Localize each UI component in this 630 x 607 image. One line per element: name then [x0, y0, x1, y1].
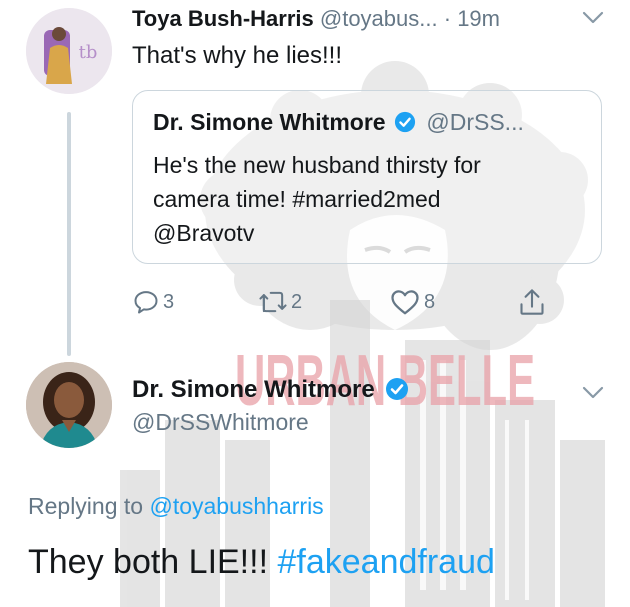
tweet1-text: That's why he lies!!! [132, 42, 342, 69]
replying-to-label: Replying to [28, 493, 144, 519]
like-button[interactable]: 8 [390, 287, 435, 317]
retweet-count: 2 [291, 290, 303, 313]
replying-to-handle[interactable]: @toyabushharris [149, 493, 323, 519]
retweet-button[interactable]: 2 [257, 287, 302, 317]
tweet2-author-name[interactable]: Dr. Simone Whitmore [132, 376, 375, 403]
reply-count: 3 [163, 290, 175, 313]
quoted-author-handle[interactable]: @DrSS... [426, 109, 523, 135]
avatar-image: tb [26, 8, 112, 94]
heart-icon [391, 290, 419, 315]
tweet2-author-handle[interactable]: @DrSSWhitmore [132, 406, 309, 438]
verified-badge-icon [394, 111, 416, 133]
reply-button[interactable]: 3 [132, 287, 174, 317]
tweet1-header: Toya Bush-Harris @toyabus... · 19m [132, 4, 592, 34]
avatar-image [26, 362, 112, 448]
tweet2-caret-icon[interactable] [582, 385, 604, 401]
hashtag-link[interactable]: #fakeandfraud [277, 543, 494, 581]
share-button[interactable] [518, 286, 546, 318]
thread-connector-line [67, 112, 71, 356]
retweet-icon [259, 291, 287, 313]
tweet1-separator: · [443, 6, 452, 31]
verified-badge-icon [386, 377, 409, 400]
tweet2-text: They both LIE!!! #fakeandfraud [28, 540, 495, 584]
tweet1-time[interactable]: 19m [457, 6, 500, 31]
quoted-author-name[interactable]: Dr. Simone Whitmore [153, 109, 386, 135]
avatar-simone[interactable] [26, 362, 112, 448]
svg-text:tb: tb [79, 42, 98, 63]
tweet1-caret-icon[interactable] [582, 10, 604, 26]
quoted-text-line-2: camera time! #married2med [153, 186, 441, 212]
quoted-text-line-1: He's the new husband thirsty for [153, 152, 481, 178]
tweet1-author-handle[interactable]: @toyabus... [320, 6, 438, 31]
tweet1-author-name[interactable]: Toya Bush-Harris [132, 6, 314, 31]
reply-icon [134, 291, 158, 314]
avatar-toya[interactable]: tb [26, 8, 112, 94]
quoted-tweet-header: Dr. Simone Whitmore @DrSS... [153, 106, 593, 138]
quoted-text-line-3: @Bravotv [153, 220, 255, 246]
quoted-tweet-text: He's the new husband thirsty for camera … [153, 148, 583, 250]
tweet2-author-name-row: Dr. Simone Whitmore [132, 373, 409, 407]
tweet2-text-plain: They both LIE!!! [28, 543, 278, 581]
like-count: 8 [424, 290, 436, 313]
share-icon [520, 289, 544, 315]
replying-to-line: Replying to @toyabushharris [28, 490, 324, 522]
